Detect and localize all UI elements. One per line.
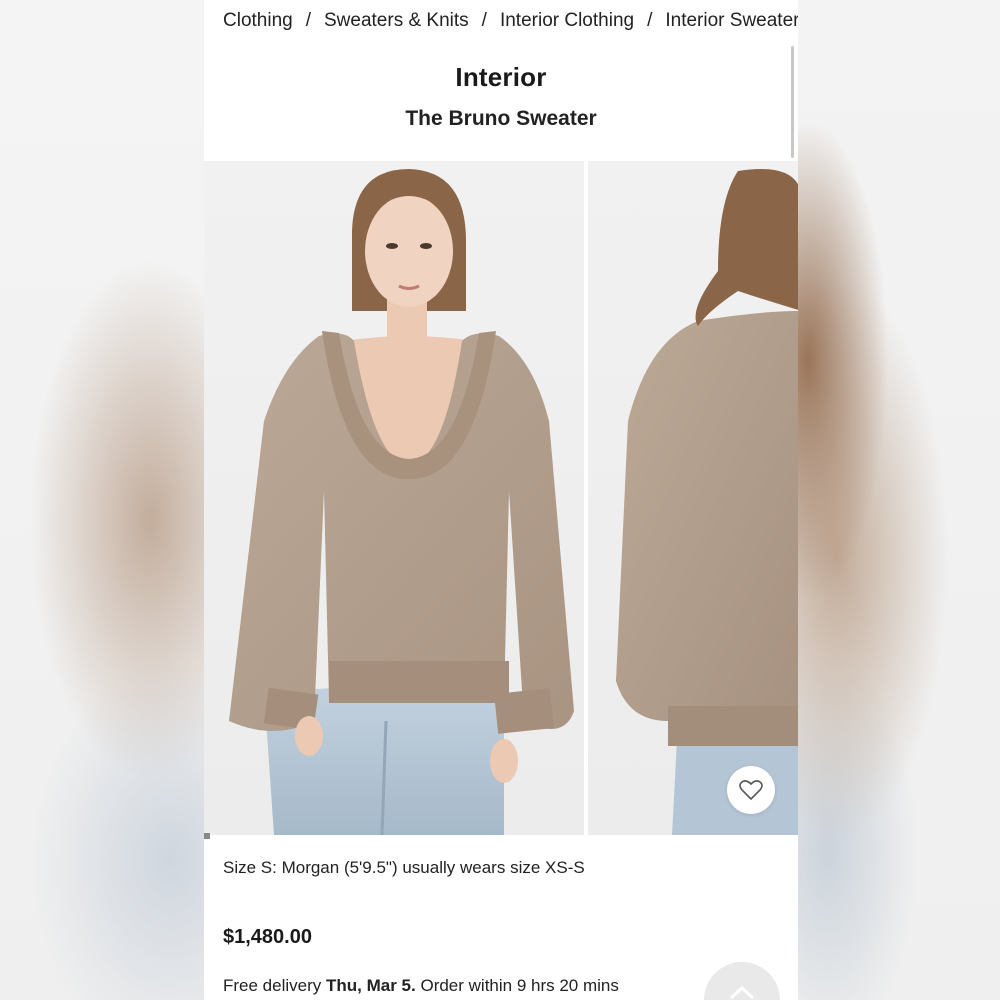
model-back-illustration bbox=[616, 169, 798, 835]
breadcrumb: Clothing / Sweaters & Knits / Interior C… bbox=[223, 10, 798, 32]
image-gallery[interactable] bbox=[204, 161, 798, 835]
breadcrumb-item-clothing[interactable]: Clothing bbox=[223, 10, 293, 32]
delivery-info: Free delivery Thu, Mar 5. Order within 9… bbox=[223, 976, 619, 996]
chevron-up-icon bbox=[729, 985, 755, 1000]
product-title: The Bruno Sweater bbox=[405, 107, 597, 130]
product-page: Clothing / Sweaters & Knits / Interior C… bbox=[204, 0, 798, 1000]
model-size-info: Size S: Morgan (5'9.5") usually wears si… bbox=[223, 858, 585, 877]
background-blur-left bbox=[0, 0, 204, 1000]
brand-name[interactable]: Interior bbox=[204, 62, 798, 93]
breadcrumb-separator: / bbox=[481, 10, 487, 31]
delivery-date: Thu, Mar 5. bbox=[326, 976, 416, 995]
product-price: $1,480.00 bbox=[223, 926, 312, 948]
gallery-position-indicator bbox=[204, 833, 210, 839]
breadcrumb-item-interior-clothing[interactable]: Interior Clothing bbox=[500, 10, 634, 32]
heart-icon bbox=[739, 780, 763, 801]
breadcrumb-separator: / bbox=[647, 10, 653, 31]
model-front-illustration bbox=[229, 169, 574, 835]
product-image-front[interactable] bbox=[204, 161, 584, 835]
breadcrumb-separator: / bbox=[305, 10, 311, 31]
background-blur-right bbox=[798, 0, 1000, 1000]
breadcrumb-item-interior-sweaters[interactable]: Interior Sweaters bbox=[665, 10, 798, 32]
product-image-back[interactable] bbox=[588, 161, 798, 835]
delivery-cutoff: Order within 9 hrs 20 mins bbox=[420, 976, 619, 995]
delivery-prefix: Free delivery bbox=[223, 976, 322, 995]
scroll-to-top-button[interactable] bbox=[704, 962, 780, 1000]
favorite-button[interactable] bbox=[727, 766, 775, 814]
breadcrumb-item-sweaters-knits[interactable]: Sweaters & Knits bbox=[324, 10, 469, 32]
